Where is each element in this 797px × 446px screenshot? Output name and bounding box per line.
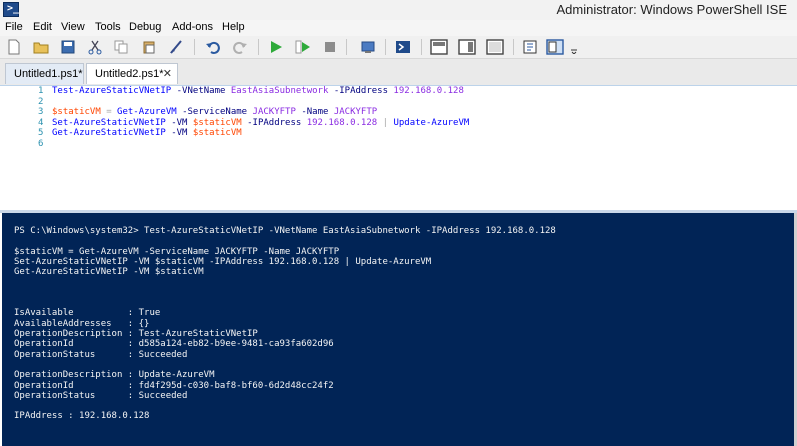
code-line: Set-AzureStaticVNetIP -VM $staticVM -IPA… [52,118,469,128]
script-editor[interactable]: 1 Test-AzureStaticVNetIP -VNetName EastAs… [0,86,797,210]
code-token: -VM [171,117,188,128]
code-token: $staticVM [52,107,101,117]
copy-icon[interactable] [113,39,129,55]
powershell-ise-icon: >_ [3,2,19,17]
open-icon[interactable] [33,39,49,55]
code-token: JACKYFTP [252,107,296,117]
code-token: -VM [171,128,188,138]
new-icon[interactable] [6,39,22,55]
console-line: OperationId : d585a124-eb82-b9ee-9481-ca… [14,339,334,350]
tab-untitled2[interactable]: Untitled2.ps1* ✕ [86,63,178,84]
code-token: Get-AzureVM [117,107,177,117]
console-line: OperationStatus : Succeeded [14,390,188,401]
code-token: Get-AzureStaticVNetIP [52,128,166,138]
tab-label: Untitled2.ps1* [95,68,164,80]
show-script-right-icon[interactable] [458,39,476,55]
code-token: -IPAddress [333,86,388,96]
code-token: EastAsiaSubnetwork [230,86,329,96]
show-script-max-icon[interactable] [486,39,504,55]
toolbar [0,36,797,59]
toolbar-overflow-icon[interactable] [570,44,586,60]
code-line: Get-AzureStaticVNetIP -VM $staticVM [52,128,242,138]
show-script-top-icon[interactable] [430,39,448,55]
line-number: 6 [38,138,44,149]
code-token: | [377,117,394,128]
code-token: 192.168.0.128 [393,86,464,96]
show-addon-icon[interactable] [546,39,564,55]
new-remote-tab-icon[interactable] [360,39,376,55]
code-line: Test-AzureStaticVNetIP -VNetName EastAsi… [52,86,464,96]
menu-file[interactable]: File [5,21,23,33]
code-token: $staticVM [192,117,242,128]
run-selection-icon[interactable] [295,39,311,55]
menu-view[interactable]: View [61,21,85,33]
menu-addons[interactable]: Add-ons [172,21,213,33]
app-glyph: >_ [7,3,20,14]
window-title: Administrator: Windows PowerShell ISE [556,2,787,17]
menu-edit[interactable]: Edit [33,21,52,33]
console-pane[interactable]: PS C:\Windows\system32> Test-AzureStatic… [2,213,794,446]
start-powershell-icon[interactable] [395,39,411,55]
line-number: 2 [38,96,44,107]
code-token: Set-AzureStaticVNetIP [52,117,166,128]
code-token: -Name [301,107,329,117]
console-line: Set-AzureStaticVNetIP -VM $staticVM -IPA… [14,256,432,267]
code-token: 192.168.0.128 [306,117,378,128]
console-line: OperationId : fd4f295d-c030-baf8-bf60-6d… [14,380,334,391]
console-line: Get-AzureStaticVNetIP -VM $staticVM [14,267,204,278]
console-line: IsAvailable : True [14,308,161,319]
code-token: -VNetName [176,86,226,96]
console-line: OperationStatus : Succeeded [14,349,188,360]
code-token: $staticVM [192,128,242,138]
console-line: AvailableAddresses : {} [14,318,150,329]
console-line: PS C:\Windows\system32> Test-AzureStatic… [14,226,556,236]
clear-console-icon[interactable] [168,39,184,55]
menu-help[interactable]: Help [222,21,245,33]
console-line: OperationDescription : Test-AzureStaticV… [14,329,258,339]
menu-bar: File Edit View Tools Debug Add-ons Help [0,20,797,36]
code-token: Test-AzureStaticVNetIP [52,86,172,96]
menu-debug[interactable]: Debug [129,21,161,33]
save-icon[interactable] [60,39,76,55]
redo-icon[interactable] [232,39,248,55]
code-token: Update-AzureVM [393,117,470,128]
show-commands-icon[interactable] [522,39,538,55]
menu-tools[interactable]: Tools [95,21,121,33]
console-line: $staticVM = Get-AzureVM -ServiceName JAC… [14,246,340,257]
code-token: -IPAddress [247,117,302,128]
stop-icon[interactable] [322,39,338,55]
tab-untitled1[interactable]: Untitled1.ps1* [5,63,84,84]
run-script-icon[interactable] [268,39,284,55]
code-token: JACKYFTP [333,107,378,117]
tab-label: Untitled1.ps1* [14,68,83,80]
console-line: IPAddress : 192.168.0.128 [14,411,150,422]
script-tab-strip: Untitled1.ps1* Untitled2.ps1* ✕ [0,59,797,86]
code-token: = [100,107,118,117]
console-line: OperationDescription : Update-AzureVM [14,370,215,381]
code-token: -ServiceName [182,107,248,117]
code-line: $staticVM = Get-AzureVM -ServiceName JAC… [52,107,377,117]
close-icon[interactable]: ✕ [163,64,172,84]
cut-icon[interactable] [87,39,103,55]
paste-icon[interactable] [141,39,157,55]
title-bar: >_ Administrator: Windows PowerShell ISE [0,0,797,20]
undo-icon[interactable] [205,39,221,55]
